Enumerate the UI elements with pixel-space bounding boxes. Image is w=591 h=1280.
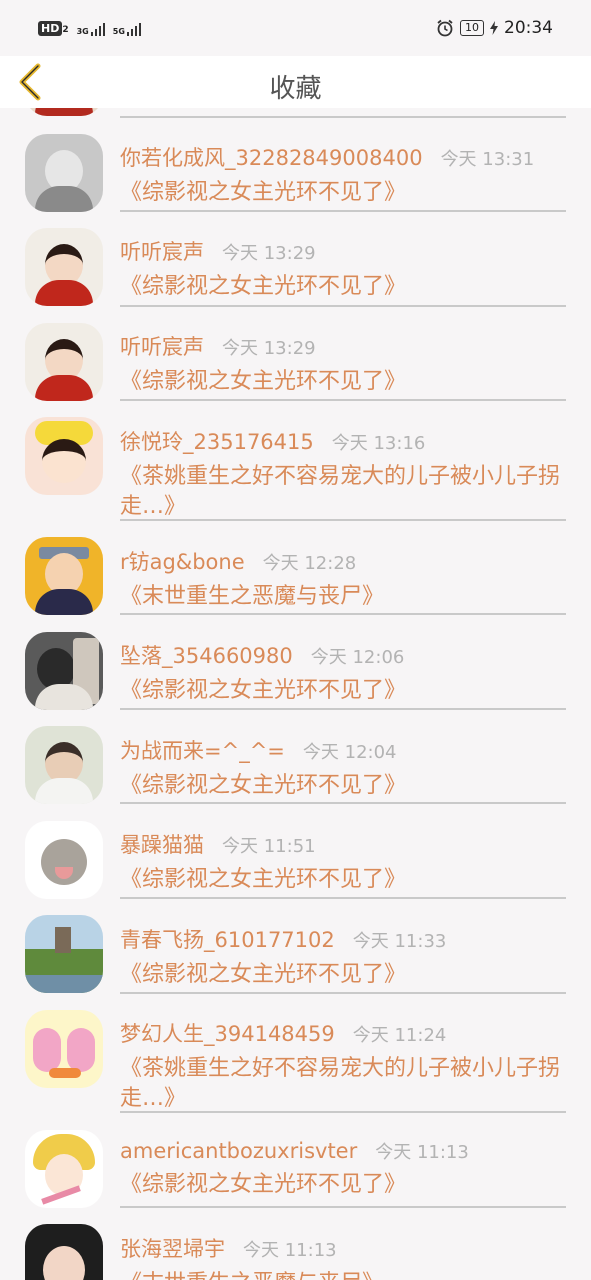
anime-ninja-avatar-icon[interactable] bbox=[25, 537, 103, 615]
hd-badge: HD 2 bbox=[38, 21, 69, 36]
kitten-avatar-icon[interactable] bbox=[25, 821, 103, 899]
username: 梦幻人生_394148459 bbox=[120, 1022, 335, 1046]
book-title-link[interactable]: 《综影视之女主光环不见了》 bbox=[120, 178, 566, 208]
list-item[interactable]: 张海翌埽宇今天 11:13 《末世重生之恶魔与丧尸》 bbox=[120, 1233, 566, 1280]
row-divider bbox=[120, 708, 566, 710]
row-divider bbox=[120, 1206, 566, 1208]
list-item[interactable]: 青春飞扬_610177102 今天 11:33 《综影视之女主光环不见了》 bbox=[120, 924, 566, 990]
girl-red-dress-avatar-icon[interactable] bbox=[25, 228, 103, 306]
list-item[interactable]: 暴躁猫猫 今天 11:51 《综影视之女主光环不见了》 bbox=[120, 829, 566, 895]
status-bar: HD 2 3G 5G 10 20:34 bbox=[0, 0, 591, 56]
timestamp: 今天 12:06 bbox=[310, 647, 405, 668]
castle-landscape-avatar-icon[interactable] bbox=[25, 915, 103, 993]
book-title-link[interactable]: 《末世重生之恶魔与丧尸》 bbox=[120, 582, 566, 612]
status-right: 10 20:34 bbox=[436, 18, 553, 38]
timestamp: 今天 13:29 bbox=[222, 243, 316, 264]
book-title-link[interactable]: 《综影视之女主光环不见了》 bbox=[120, 1170, 566, 1200]
username: 为战而来=^_^= bbox=[120, 739, 285, 763]
row-divider bbox=[120, 802, 566, 804]
row-divider bbox=[120, 1111, 566, 1113]
timestamp: 今天 11:13 bbox=[375, 1142, 469, 1163]
favorites-list[interactable]: 你若化成风_32282849008400 今天 13:31 《综影视之女主光环不见… bbox=[0, 108, 591, 1280]
username: americantbozuxrisvter bbox=[120, 1139, 358, 1163]
pink-bunnies-avatar-icon[interactable] bbox=[25, 1010, 103, 1088]
boy-photo-avatar-icon[interactable] bbox=[25, 726, 103, 804]
book-title-link[interactable]: 《综影视之女主光环不见了》 bbox=[120, 676, 566, 706]
timestamp: 今天 13:16 bbox=[331, 433, 426, 454]
list-item[interactable]: 为战而来=^_^= 今天 12:04 《综影视之女主光环不见了》 bbox=[120, 735, 566, 801]
app-header: 收藏 bbox=[0, 56, 591, 108]
list-item[interactable]: 听听宸声 今天 13:29 《综影视之女主光环不见了》 bbox=[120, 331, 566, 397]
girl-fan-grayscale-avatar-icon[interactable] bbox=[25, 134, 103, 212]
anime-blonde-avatar-icon[interactable] bbox=[25, 1130, 103, 1208]
back-arrow-icon[interactable] bbox=[14, 60, 50, 104]
timestamp: 今天 13:29 bbox=[222, 338, 316, 359]
username: r钫ag&bone bbox=[120, 550, 245, 574]
cartoon-girl-bow-avatar-icon[interactable] bbox=[25, 417, 103, 495]
timestamp: 今天 12:28 bbox=[262, 553, 357, 574]
username: 青春飞扬_610177102 bbox=[120, 928, 335, 952]
child-photo-avatar-icon[interactable] bbox=[25, 1224, 103, 1280]
username: 听听宸声 bbox=[120, 335, 204, 359]
list-item[interactable]: americantbozuxrisvter 今天 11:13 《综影视之女主光环不… bbox=[120, 1138, 566, 1200]
row-divider bbox=[120, 210, 566, 212]
book-title-link[interactable]: 《综影视之女主光环不见了》 bbox=[120, 960, 566, 990]
alarm-clock-icon bbox=[437, 19, 453, 37]
battery-icon: 10 bbox=[460, 20, 484, 36]
clock-time: 20:34 bbox=[504, 18, 553, 38]
row-divider bbox=[120, 116, 566, 118]
girl-red-dress-avatar-icon[interactable] bbox=[25, 323, 103, 401]
signal-icon-sim2: 5G bbox=[113, 20, 141, 36]
timestamp: 今天 11:33 bbox=[352, 931, 447, 952]
signal-icon-sim1: 3G bbox=[77, 20, 105, 36]
list-item[interactable]: 你若化成风_32282849008400 今天 13:31 《综影视之女主光环不见… bbox=[120, 142, 566, 208]
book-title-link[interactable]: 《综影视之女主光环不见了》 bbox=[120, 771, 566, 801]
username: 徐悦玲_235176415 bbox=[120, 430, 314, 454]
row-divider bbox=[120, 399, 566, 401]
book-title-link[interactable]: 《综影视之女主光环不见了》 bbox=[120, 367, 566, 397]
timestamp: 今天 11:13 bbox=[243, 1240, 337, 1261]
row-divider bbox=[120, 613, 566, 615]
row-divider bbox=[120, 305, 566, 307]
list-item[interactable]: 坠落_354660980 今天 12:06 《综影视之女主光环不见了》 bbox=[120, 640, 566, 706]
book-title-link[interactable]: 《茶姚重生之好不容易宠大的儿子被小儿子拐走…》 bbox=[120, 462, 566, 522]
row-divider bbox=[120, 519, 566, 521]
username: 坠落_354660980 bbox=[120, 644, 293, 668]
status-left: HD 2 3G 5G bbox=[38, 20, 141, 36]
list-item[interactable]: 梦幻人生_394148459 今天 11:24 《茶姚重生之好不容易宠大的儿子被小… bbox=[120, 1018, 566, 1114]
mirror-selfie-avatar-icon[interactable] bbox=[25, 632, 103, 710]
row-divider bbox=[120, 897, 566, 899]
timestamp: 今天 11:51 bbox=[222, 836, 316, 857]
book-title-link[interactable]: 《综影视之女主光环不见了》 bbox=[120, 272, 566, 302]
username: 张海翌埽宇 bbox=[120, 1237, 225, 1261]
page-title: 收藏 bbox=[269, 73, 322, 104]
list-item[interactable]: 听听宸声 今天 13:29 《综影视之女主光环不见了》 bbox=[120, 236, 566, 302]
username: 你若化成风_32282849008400 bbox=[120, 146, 423, 170]
avatar[interactable] bbox=[25, 108, 103, 116]
timestamp: 今天 13:31 bbox=[440, 149, 535, 170]
timestamp: 今天 12:04 bbox=[302, 742, 397, 763]
book-title-link[interactable]: 《末世重生之恶魔与丧尸》 bbox=[120, 1269, 566, 1280]
row-divider bbox=[120, 992, 566, 994]
charging-icon bbox=[490, 21, 498, 35]
book-title-link[interactable]: 《综影视之女主光环不见了》 bbox=[120, 865, 566, 895]
username: 暴躁猫猫 bbox=[120, 833, 204, 857]
list-item[interactable]: 徐悦玲_235176415 今天 13:16 《茶姚重生之好不容易宠大的儿子被小儿… bbox=[120, 426, 566, 522]
book-title-link[interactable]: 《茶姚重生之好不容易宠大的儿子被小儿子拐走…》 bbox=[120, 1054, 566, 1114]
timestamp: 今天 11:24 bbox=[352, 1025, 447, 1046]
username: 听听宸声 bbox=[120, 240, 204, 264]
list-item[interactable]: r钫ag&bone 今天 12:28 《末世重生之恶魔与丧尸》 bbox=[120, 546, 566, 612]
